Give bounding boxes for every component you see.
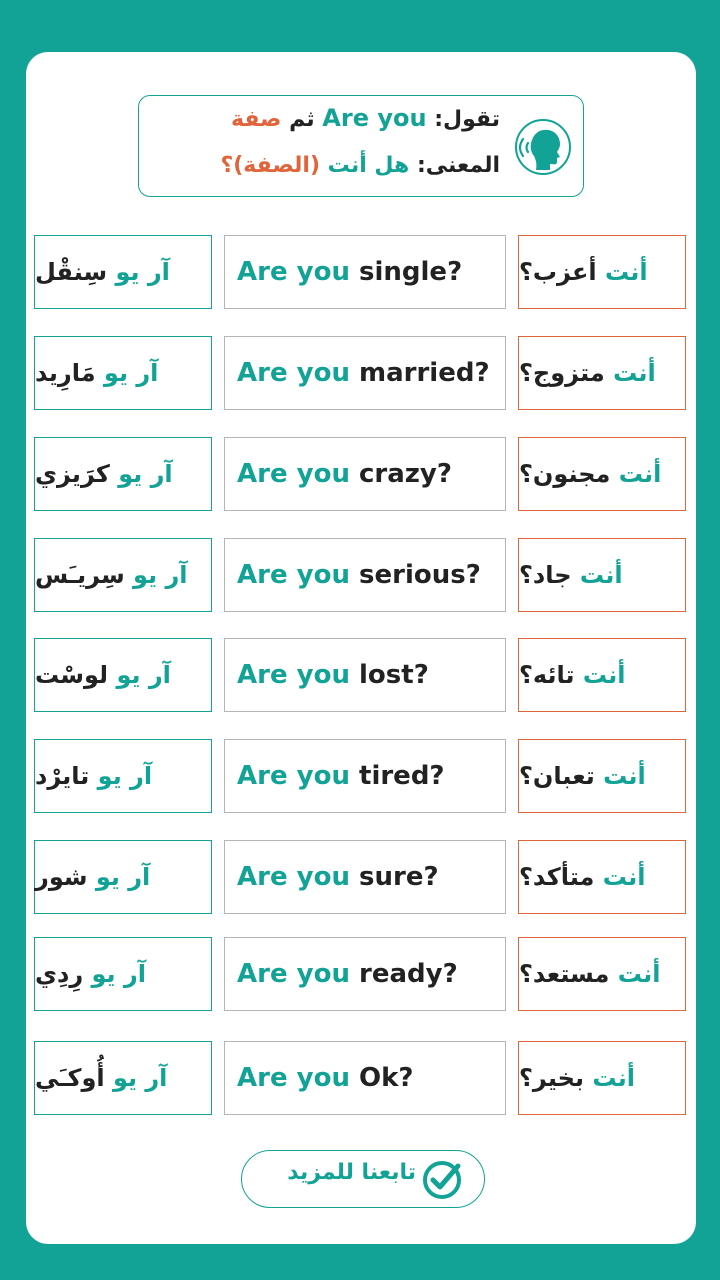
rule-line-1: تقول: Are you ثم صفة (231, 104, 500, 132)
pronunciation-word: تايرْد (35, 762, 90, 790)
pronunciation-box: آر يو تايرْد (34, 739, 212, 813)
arabic-word: متزوج؟ (519, 359, 605, 387)
arabic-meaning-box: أنت مستعد؟ (518, 937, 686, 1011)
rule-phrase: Are you (322, 104, 427, 132)
pronunciation-word: أُوكـَي (35, 1064, 105, 1092)
english-phrase-box: Are you sure? (224, 840, 506, 914)
pronunciation-prefix: آر يو (116, 661, 171, 689)
english-word: Ok? (359, 1063, 414, 1093)
arabic-word: مستعد؟ (519, 960, 610, 988)
english-phrase-box: Are you serious? (224, 538, 506, 612)
pronunciation-box: آر يو رِدِي (34, 937, 212, 1011)
arabic-prefix: أنت (604, 258, 648, 286)
pronunciation-box: آر يو مَارِيد (34, 336, 212, 410)
english-phrase-box: Are you single? (224, 235, 506, 309)
english-prefix: Are you (237, 761, 350, 791)
arabic-prefix: أنت (603, 762, 646, 790)
arabic-meaning-box: أنت مجنون؟ (518, 437, 686, 511)
english-prefix: Are you (237, 257, 350, 287)
rule-say-label: تقول: (434, 107, 500, 132)
arabic-prefix: أنت (579, 561, 623, 589)
english-phrase-box: Are you crazy? (224, 437, 506, 511)
rule-then: ثم (289, 107, 315, 132)
arabic-word: تعبان؟ (519, 762, 595, 790)
pronunciation-prefix: آر يو (91, 960, 146, 988)
arabic-meaning-box: أنت تعبان؟ (518, 739, 686, 813)
english-prefix: Are you (237, 660, 350, 690)
arabic-meaning-box: أنت متأكد؟ (518, 840, 686, 914)
arabic-meaning-box: أنت متزوج؟ (518, 336, 686, 410)
pronunciation-box: آر يو سِنقْل (34, 235, 212, 309)
english-word: married? (359, 358, 490, 388)
pronunciation-box: آر يو شور (34, 840, 212, 914)
pronunciation-word: شور (35, 863, 88, 891)
arabic-meaning-box: أنت تائه؟ (518, 638, 686, 712)
pronunciation-box: آر يو لوسْت (34, 638, 212, 712)
arabic-word: تائه؟ (519, 661, 575, 689)
rule-adjective: صفة (230, 107, 282, 132)
pronunciation-prefix: آر يو (115, 258, 170, 286)
pronunciation-prefix: آر يو (133, 561, 188, 589)
rule-meaning-adjective: (الصفة)؟ (220, 153, 320, 178)
pronunciation-prefix: آر يو (112, 1064, 168, 1092)
pronunciation-word: كرَيزي (35, 460, 110, 488)
arabic-prefix: أنت (617, 960, 661, 988)
pronunciation-prefix: آر يو (95, 863, 151, 891)
pronunciation-prefix: آر يو (97, 762, 153, 790)
english-phrase-box: Are you Ok? (224, 1041, 506, 1115)
english-phrase-box: Are you lost? (224, 638, 506, 712)
arabic-word: مجنون؟ (519, 460, 611, 488)
english-word: ready? (359, 959, 458, 989)
arabic-meaning-box: أنت بخير؟ (518, 1041, 686, 1115)
pronunciation-prefix: آر يو (118, 460, 173, 488)
pronunciation-word: سِريـَس (35, 561, 125, 589)
pronunciation-word: سِنقْل (35, 258, 108, 286)
background: تقول: Are you ثم صفة المعنى: هل أنت (الص… (0, 0, 720, 1280)
english-prefix: Are you (237, 862, 350, 892)
english-prefix: Are you (237, 560, 350, 590)
follow-label: تابعنا للمزيد (287, 1160, 416, 1185)
arabic-word: جاد؟ (519, 561, 572, 589)
arabic-meaning-box: أنت أعزب؟ (518, 235, 686, 309)
pronunciation-box: آر يو سِريـَس (34, 538, 212, 612)
english-word: lost? (359, 660, 429, 690)
pronunciation-box: آر يو أُوكـَي (34, 1041, 212, 1115)
pronunciation-word: رِدِي (35, 960, 84, 988)
pronunciation-box: آر يو كرَيزي (34, 437, 212, 511)
rule-meaning: هل أنت (327, 153, 410, 178)
english-word: crazy? (359, 459, 452, 489)
english-word: single? (359, 257, 463, 287)
english-prefix: Are you (237, 358, 350, 388)
rule-meaning-label: المعنى: (416, 153, 500, 178)
english-word: tired? (359, 761, 445, 791)
check-circle-icon (423, 1161, 461, 1199)
english-phrase-box: Are you ready? (224, 937, 506, 1011)
english-phrase-box: Are you tired? (224, 739, 506, 813)
rule-line-2: المعنى: هل أنت (الصفة)؟ (220, 153, 500, 178)
speaking-head-icon (515, 119, 571, 175)
arabic-meaning-box: أنت جاد؟ (518, 538, 686, 612)
english-prefix: Are you (237, 459, 350, 489)
arabic-prefix: أنت (592, 1064, 635, 1092)
english-phrase-box: Are you married? (224, 336, 506, 410)
arabic-prefix: أنت (582, 661, 626, 689)
pronunciation-word: مَارِيد (35, 359, 96, 387)
arabic-word: متأكد؟ (519, 863, 595, 891)
arabic-prefix: أنت (618, 460, 662, 488)
english-prefix: Are you (237, 1063, 350, 1093)
english-prefix: Are you (237, 959, 350, 989)
arabic-word: أعزب؟ (519, 258, 597, 286)
arabic-prefix: أنت (613, 359, 656, 387)
pronunciation-word: لوسْت (35, 661, 109, 689)
arabic-prefix: أنت (602, 863, 646, 891)
english-word: sure? (359, 862, 439, 892)
english-word: serious? (359, 560, 481, 590)
arabic-word: بخير؟ (519, 1064, 584, 1092)
pronunciation-prefix: آر يو (103, 359, 159, 387)
